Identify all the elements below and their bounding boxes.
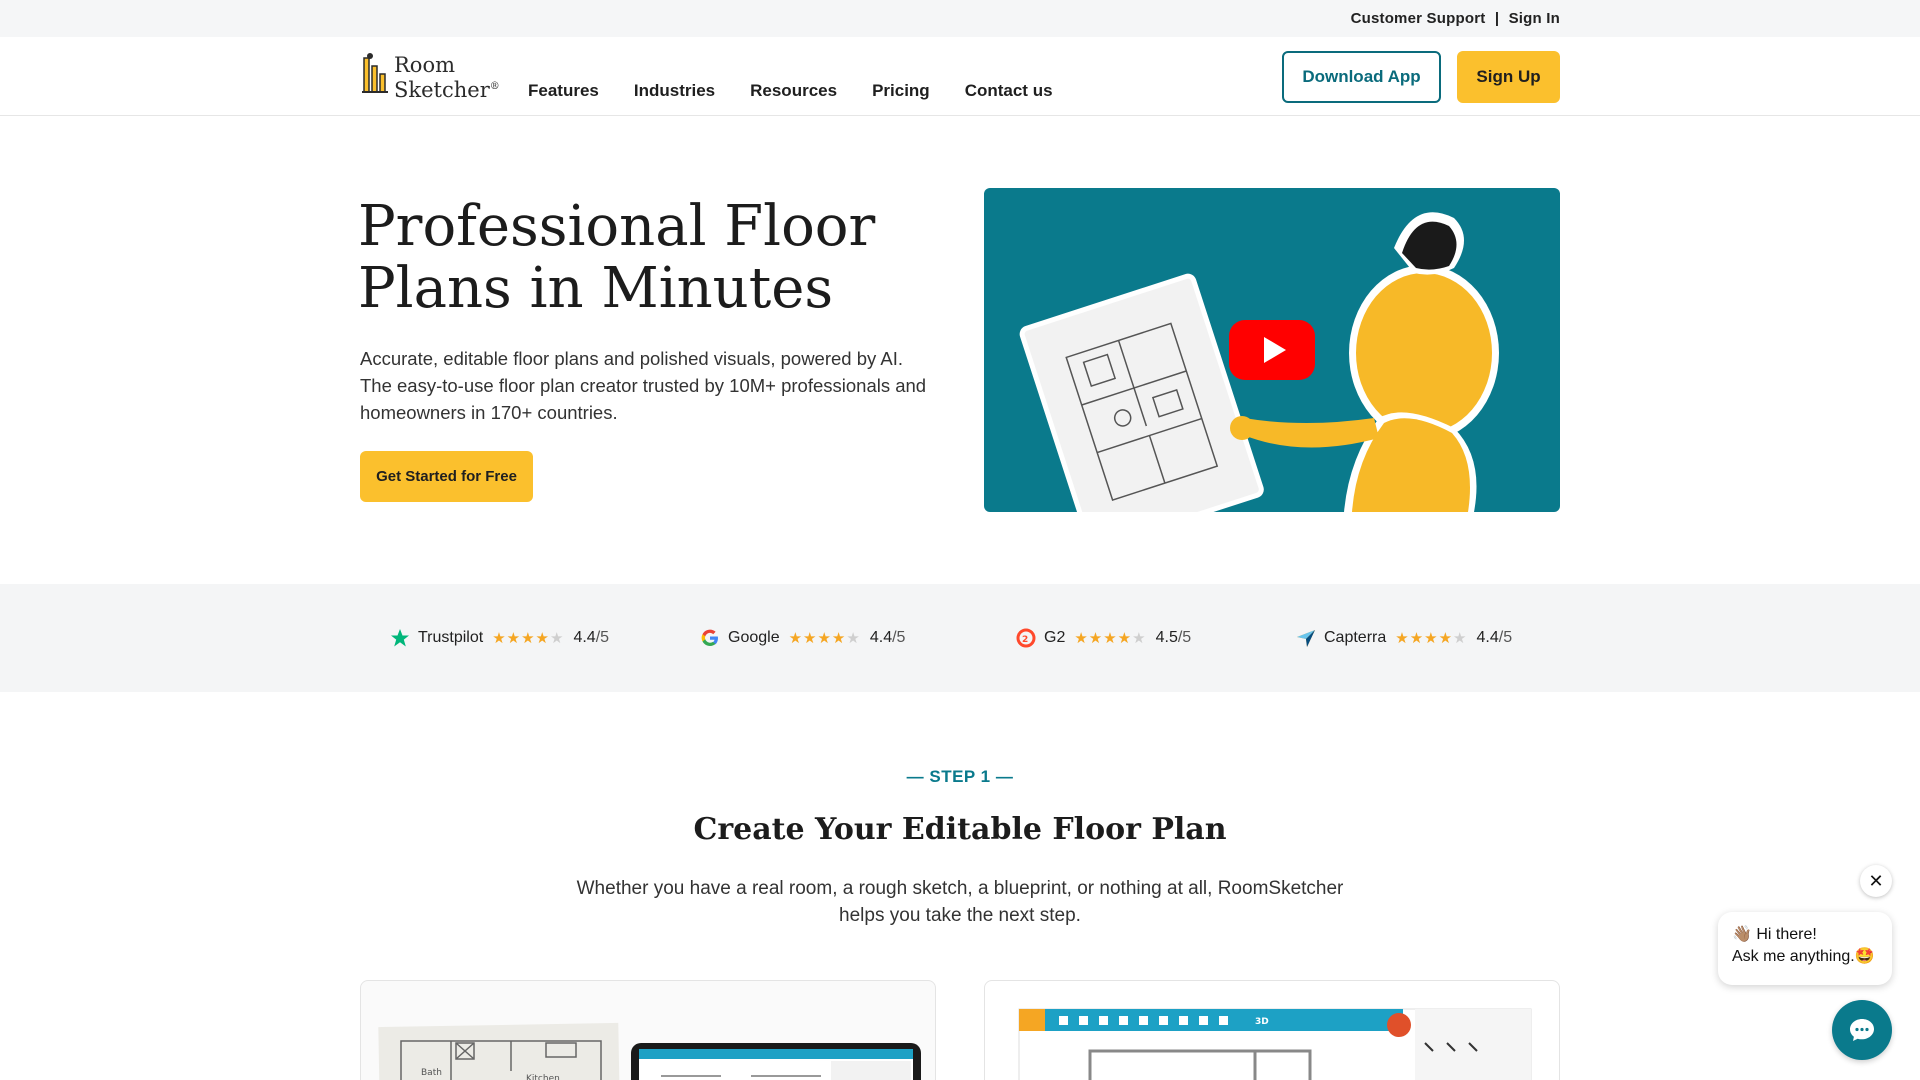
google-g-icon	[700, 628, 720, 648]
customer-support-link[interactable]: Customer Support	[1351, 10, 1486, 27]
rating-capterra[interactable]: Capterra ★★★★★ 4.4/5	[1296, 628, 1512, 648]
svg-text:3D: 3D	[1255, 1017, 1269, 1027]
rating-name: G2	[1044, 629, 1066, 646]
hero-description: Accurate, editable floor plans and polis…	[360, 348, 927, 423]
rating-trustpilot[interactable]: Trustpilot ★★★★★ 4.4/5	[390, 628, 609, 648]
svg-text:Kitchen: Kitchen	[526, 1074, 560, 1080]
capterra-icon	[1296, 628, 1316, 648]
rating-score: 4.5/5	[1155, 629, 1192, 646]
rating-google[interactable]: Google ★★★★★ 4.4/5	[700, 628, 905, 648]
utility-bar: Customer Support | Sign In	[0, 0, 1920, 37]
editor-preview-card[interactable]: 3D	[984, 980, 1560, 1080]
chat-greeting-bubble[interactable]: 👋🏽 Hi there! Ask me anything.🤩	[1718, 912, 1892, 985]
sign-in-link[interactable]: Sign In	[1509, 10, 1560, 27]
ratings-bar: Trustpilot ★★★★★ 4.4/5 Google ★★★★★ 4.4/…	[0, 584, 1920, 692]
chat-greeting: 👋🏽 Hi there!	[1732, 926, 1817, 943]
step-label: — STEP 1 —	[906, 767, 1014, 786]
rating-stars: ★★★★★	[1074, 630, 1147, 647]
rating-score: 4.4/5	[869, 629, 906, 646]
get-started-button[interactable]: Get Started for Free	[360, 451, 533, 502]
nav-item-industries[interactable]: Industries	[634, 81, 715, 101]
hero-video[interactable]	[984, 188, 1560, 512]
utility-links: Customer Support | Sign In	[1351, 10, 1560, 27]
logo-line-2: Sketcher®	[394, 78, 500, 102]
nav-item-contact[interactable]: Contact us	[965, 81, 1053, 101]
chat-prompt: Ask me anything.🤩	[1732, 948, 1875, 965]
rating-name: Capterra	[1324, 629, 1387, 646]
nav-item-resources[interactable]: Resources	[750, 81, 837, 101]
rating-g2[interactable]: 2 G2 ★★★★★ 4.5/5	[1016, 628, 1191, 648]
download-app-button[interactable]: Download App	[1282, 51, 1441, 103]
svg-text:2: 2	[1022, 635, 1028, 645]
nav-item-pricing[interactable]: Pricing	[872, 81, 930, 101]
main-navbar: Room Sketcher® Features Industries Resou…	[0, 37, 1920, 116]
g2-icon: 2	[1016, 628, 1036, 648]
logo-line-1: Room	[394, 53, 456, 77]
rating-name: Google	[728, 629, 780, 646]
nav-menu: Features Industries Resources Pricing Co…	[528, 81, 1053, 101]
registered-mark: ®	[489, 81, 500, 92]
svg-text:Bath: Bath	[421, 1068, 442, 1078]
nav-item-features[interactable]: Features	[528, 81, 599, 101]
sketch-to-plan-illustration: Bath Kitchen	[378, 1022, 921, 1080]
rating-stars: ★★★★★	[1395, 630, 1468, 647]
youtube-play-icon[interactable]	[1229, 320, 1315, 380]
hero-title: Professional Floor Plans in Minutes	[358, 194, 876, 321]
logo-mark-icon	[360, 52, 390, 98]
rating-score: 4.4/5	[1476, 629, 1513, 646]
rating-stars: ★★★★★	[492, 630, 565, 647]
rating-name: Trustpilot	[418, 629, 484, 646]
editor-preview-illustration: 3D	[1018, 1008, 1532, 1080]
rating-stars: ★★★★★	[788, 630, 861, 647]
rating-score: 4.4/5	[573, 629, 610, 646]
chat-bubble-icon	[1850, 1019, 1874, 1041]
trustpilot-star-icon	[390, 628, 410, 648]
sign-up-button[interactable]: Sign Up	[1457, 51, 1560, 103]
chat-close-button[interactable]: ✕	[1860, 865, 1892, 897]
step-description: Whether you have a real room, a rough sk…	[576, 878, 1344, 926]
chat-launcher-button[interactable]	[1832, 1000, 1892, 1060]
sketch-to-plan-card[interactable]: Bath Kitchen	[360, 980, 936, 1080]
utility-separator: |	[1494, 10, 1500, 27]
step-title: Create Your Editable Floor Plan	[693, 812, 1227, 847]
logo[interactable]: Room Sketcher®	[360, 52, 500, 101]
logo-text: Room Sketcher®	[394, 54, 500, 101]
